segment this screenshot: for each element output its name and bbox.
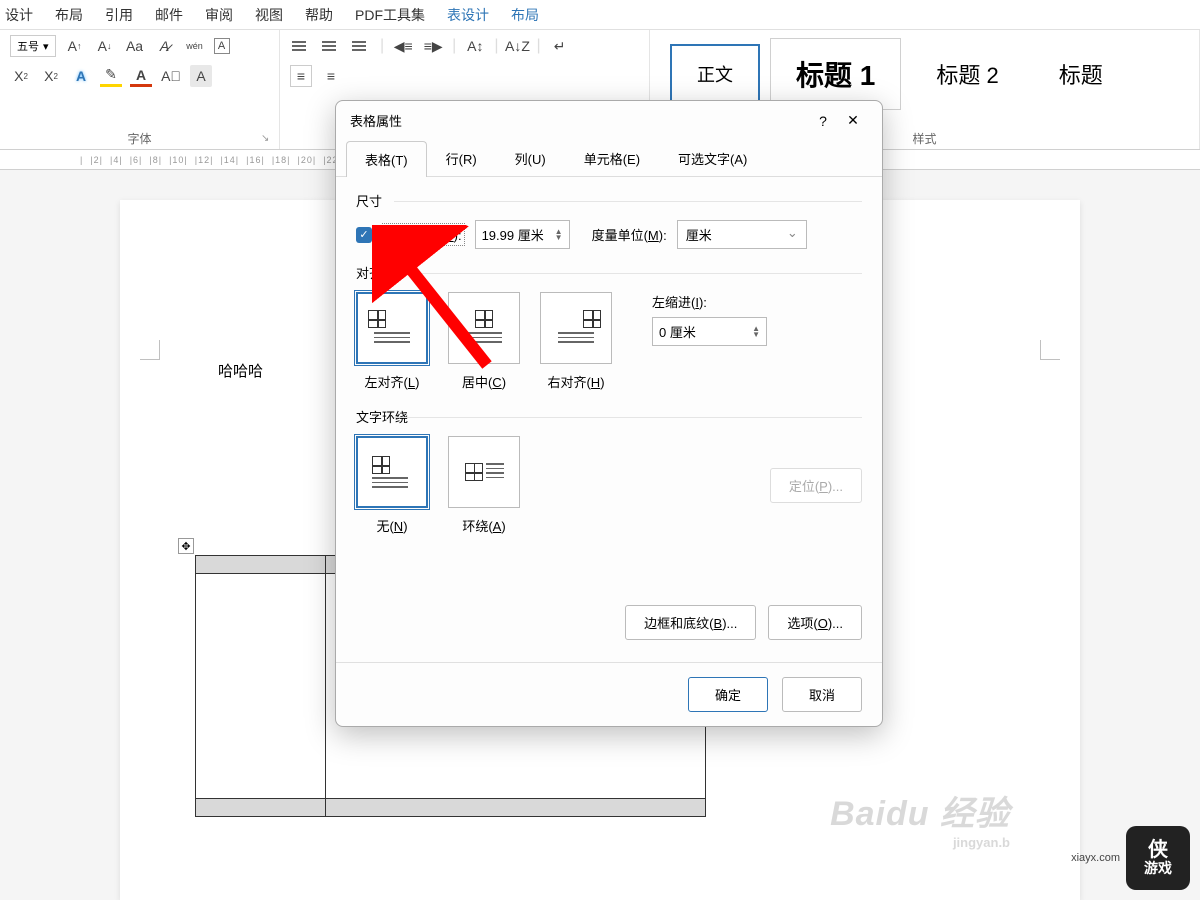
align-right-label: 右对齐(H) <box>540 372 612 391</box>
crop-mark-tl <box>140 340 160 360</box>
style-normal[interactable]: 正文 <box>670 44 760 104</box>
unit-select[interactable]: 厘米⌄ <box>677 220 807 249</box>
align-left-label: 左对齐(L) <box>356 372 428 391</box>
menu-references[interactable]: 引用 <box>105 5 133 25</box>
align-left-icon[interactable]: ≡ <box>290 65 312 87</box>
align-center-icon[interactable]: ≡ <box>320 65 342 87</box>
indent-value-input[interactable]: 0 厘米 ▲▼ <box>652 317 767 346</box>
xiayx-watermark: xiayx.com 侠 游戏 <box>1071 826 1190 890</box>
decrease-indent-icon[interactable]: ◀≡ <box>392 35 414 57</box>
show-marks-icon[interactable]: ↵ <box>549 35 571 57</box>
borders-button[interactable]: 边框和底纹(B)... <box>625 605 756 640</box>
unit-label: 度量单位(M): <box>592 225 667 244</box>
crop-mark-tr <box>1040 340 1060 360</box>
sort-icon[interactable]: A↓Z <box>506 35 528 57</box>
phonetic-guide-icon[interactable]: wén <box>184 35 206 57</box>
dialog-tabs: 表格(T) 行(R) 列(U) 单元格(E) 可选文字(A) <box>336 140 882 177</box>
clear-format-icon[interactable]: A̷ <box>154 35 176 57</box>
decrease-font-icon[interactable]: A↓ <box>94 35 116 57</box>
spinner-icon[interactable]: ▲▼ <box>752 326 760 338</box>
wrap-none-label: 无(N) <box>356 516 428 535</box>
table-properties-dialog: 表格属性 ? ✕ 表格(T) 行(R) 列(U) 单元格(E) 可选文字(A) … <box>335 100 883 727</box>
menu-layout[interactable]: 布局 <box>55 5 83 25</box>
size-section-label: 尺寸 <box>356 191 862 210</box>
baidu-watermark: Baidu 经验 jingyan.b <box>830 786 1010 850</box>
bullets-icon[interactable] <box>290 35 312 57</box>
options-button[interactable]: 选项(O)... <box>768 605 862 640</box>
wrap-around-label: 环绕(A) <box>448 516 520 535</box>
char-border-icon[interactable]: A <box>214 38 230 54</box>
tab-row[interactable]: 行(R) <box>427 140 496 176</box>
superscript-icon[interactable]: X2 <box>40 65 62 87</box>
tab-table[interactable]: 表格(T) <box>346 141 427 177</box>
width-value-input[interactable]: 19.99 厘米 ▲▼ <box>475 220 570 249</box>
font-launcher-icon[interactable]: ↘ <box>261 133 273 145</box>
subscript-icon[interactable]: X2 <box>10 65 32 87</box>
dialog-title: 表格属性 <box>350 111 808 130</box>
style-heading3[interactable]: 标题 <box>1034 43 1128 105</box>
align-left-option[interactable] <box>356 292 428 364</box>
font-color-icon[interactable]: A <box>130 65 152 87</box>
menu-mail[interactable]: 邮件 <box>155 5 183 25</box>
ok-button[interactable]: 确定 <box>688 677 768 712</box>
table-move-handle[interactable]: ✥ <box>178 538 194 554</box>
dialog-titlebar: 表格属性 ? ✕ <box>336 101 882 140</box>
wrap-around-option[interactable] <box>448 436 520 508</box>
font-size-combo[interactable]: 五号▾ <box>10 35 56 57</box>
tab-column[interactable]: 列(U) <box>496 140 565 176</box>
wrap-none-option[interactable] <box>356 436 428 508</box>
position-button: 定位(P)... <box>770 468 862 503</box>
numbering-icon[interactable] <box>320 35 342 57</box>
dialog-close-button[interactable]: ✕ <box>838 112 868 129</box>
menu-view[interactable]: 视图 <box>255 5 283 25</box>
cancel-button[interactable]: 取消 <box>782 677 862 712</box>
increase-indent-icon[interactable]: ≡▶ <box>422 35 444 57</box>
menu-design[interactable]: 设计 <box>5 5 33 25</box>
align-section-label: 对齐 <box>356 263 862 282</box>
char-shading-icon[interactable]: A⃝ <box>160 65 182 87</box>
tab-alt-text[interactable]: 可选文字(A) <box>659 140 766 176</box>
font-group-label: 字体 <box>127 130 151 147</box>
tab-cell[interactable]: 单元格(E) <box>565 140 659 176</box>
text-direction-icon[interactable]: A↕ <box>464 35 486 57</box>
char-shade-icon[interactable]: A <box>190 65 212 87</box>
menu-review[interactable]: 审阅 <box>205 5 233 25</box>
indent-label: 左缩进(I): <box>652 292 767 311</box>
menu-help[interactable]: 帮助 <box>305 5 333 25</box>
styles-group-label: 样式 <box>912 130 936 147</box>
menu-table-design[interactable]: 表设计 <box>447 5 489 25</box>
wrap-section-label: 文字环绕 <box>356 407 862 426</box>
menubar: 设计 布局 引用 邮件 审阅 视图 帮助 PDF工具集 表设计 布局 <box>0 0 1200 30</box>
ribbon-font-group: 五号▾ A↑ A↓ Aa A̷ wén A X2 X2 A ✎ A A⃝ A 字… <box>0 30 280 149</box>
specify-width-checkbox[interactable]: ✓ <box>356 227 372 243</box>
increase-font-icon[interactable]: A↑ <box>64 35 86 57</box>
align-center-option[interactable] <box>448 292 520 364</box>
menu-table-layout[interactable]: 布局 <box>511 5 539 25</box>
document-text[interactable]: 哈哈哈 <box>218 360 263 381</box>
style-heading2[interactable]: 标题 2 <box>911 43 1023 105</box>
text-effects-icon[interactable]: A <box>70 65 92 87</box>
highlight-icon[interactable]: ✎ <box>100 65 122 87</box>
change-case-icon[interactable]: Aa <box>124 35 146 57</box>
dialog-help-button[interactable]: ? <box>808 113 838 129</box>
align-center-label: 居中(C) <box>448 372 520 391</box>
specify-width-label: 指定宽度(W): <box>382 223 465 246</box>
spinner-icon[interactable]: ▲▼ <box>555 229 563 241</box>
menu-pdf[interactable]: PDF工具集 <box>355 5 425 25</box>
align-right-option[interactable] <box>540 292 612 364</box>
multilevel-icon[interactable] <box>350 35 372 57</box>
